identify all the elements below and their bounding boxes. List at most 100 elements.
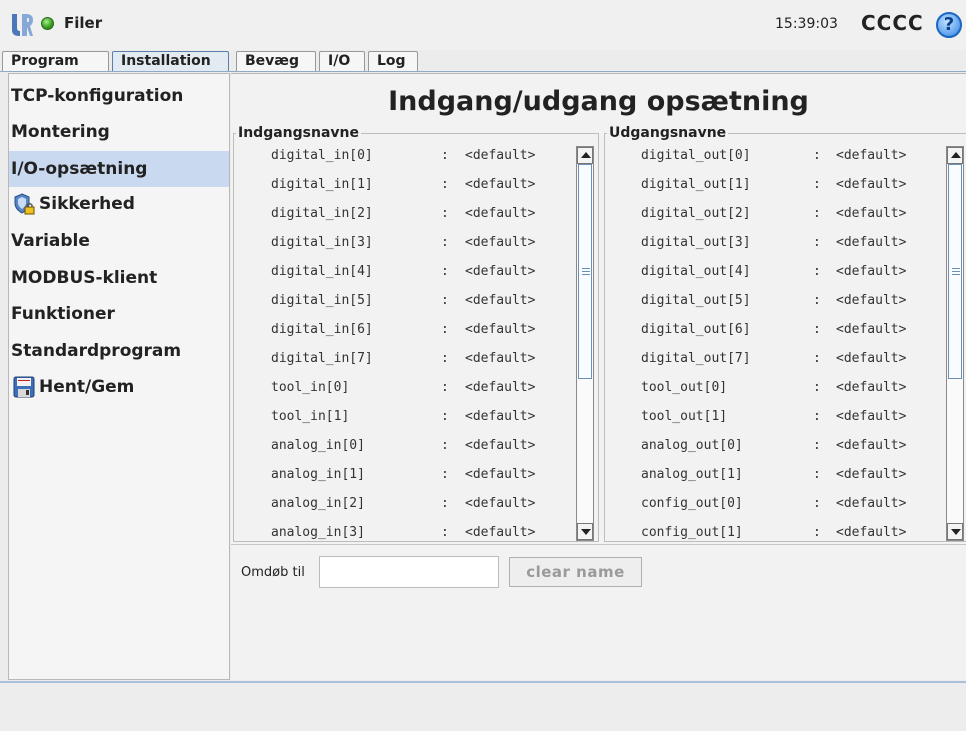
help-icon[interactable]: ? [936,12,962,38]
sidebar-item-label: I/O-opsætning [11,159,148,179]
separator: : [441,409,449,424]
tab-log[interactable]: Log [368,51,418,72]
bottom-bar [0,681,966,731]
shield-lock-icon [14,193,35,215]
sidebar-item-io-setup[interactable]: I/O-opsætning [9,151,229,187]
list-item[interactable]: analog_in[1]: <default> [234,467,574,496]
io-alias-value: <default> [836,177,907,192]
scroll-up-button[interactable] [947,147,963,164]
separator: : [441,206,449,221]
separator: : [813,496,821,511]
list-item[interactable]: digital_in[2]: <default> [234,206,574,235]
list-item[interactable]: digital_in[1]: <default> [234,177,574,206]
scroll-thumb[interactable] [578,164,592,379]
main-panel: Indgang/udgang opsætning Indgangsnavne d… [231,73,966,680]
list-item[interactable]: digital_in[7]: <default> [234,351,574,380]
files-menu[interactable]: Filer [64,14,102,32]
sidebar-item-label: Standardprogram [11,341,182,361]
list-item[interactable]: analog_out[1]: <default> [605,467,943,496]
tab-move[interactable]: Bevæg [236,51,316,72]
list-item[interactable]: tool_out[0]: <default> [605,380,943,409]
rename-label: Omdøb til [241,565,305,580]
separator: : [441,438,449,453]
sidebar-item-load-save[interactable]: Hent/Gem [9,369,229,405]
input-names-group: Indgangsnavne digital_in[0]: <default> dig… [233,125,599,542]
sidebar-item-label: Hent/Gem [39,377,135,397]
separator: : [441,148,449,163]
rename-input[interactable] [319,556,499,588]
io-alias-value: <default> [836,351,907,366]
list-item[interactable]: digital_out[0]: <default> [605,148,943,177]
output-names-title: Udgangsnavne [607,125,729,141]
list-item[interactable]: digital_out[1]: <default> [605,177,943,206]
separator: : [441,235,449,250]
io-name: digital_out[0] [641,148,751,163]
io-alias-value: <default> [465,322,536,337]
io-name: analog_in[1] [271,467,365,482]
list-item[interactable]: analog_in[0]: <default> [234,438,574,467]
io-alias-value: <default> [836,467,907,482]
scroll-down-button[interactable] [947,523,963,540]
io-alias-value: <default> [465,351,536,366]
io-name: analog_out[1] [641,467,743,482]
io-alias-value: <default> [465,235,536,250]
list-item[interactable]: config_out[0]: <default> [605,496,943,525]
sidebar-item-features[interactable]: Funktioner [9,296,229,332]
list-item[interactable]: analog_in[3]: <default> [234,525,574,541]
io-alias-value: <default> [465,148,536,163]
sidebar-item-label: Sikkerhed [39,194,135,214]
scroll-thumb[interactable] [948,164,962,379]
list-item[interactable]: digital_out[5]: <default> [605,293,943,322]
separator: : [813,467,821,482]
tab-io[interactable]: I/O [319,51,365,72]
input-scrollbar[interactable] [576,146,594,541]
list-item[interactable]: analog_in[2]: <default> [234,496,574,525]
scroll-up-button[interactable] [577,147,593,164]
io-name: digital_in[1] [271,177,373,192]
sidebar-item-label: Variable [11,231,90,251]
io-alias-value: <default> [836,293,907,308]
sidebar-item-default-program[interactable]: Standardprogram [9,333,229,369]
tab-installation[interactable]: Installation [112,51,229,72]
sidebar-item-variables[interactable]: Variable [9,223,229,259]
ur-logo-icon [12,14,33,36]
list-item[interactable]: digital_in[0]: <default> [234,148,574,177]
list-item[interactable]: digital_out[3]: <default> [605,235,943,264]
list-item[interactable]: digital_in[5]: <default> [234,293,574,322]
sidebar-item-safety[interactable]: Sikkerhed [9,186,229,222]
tab-divider [0,71,966,72]
arrow-down-icon [581,529,591,535]
io-name: digital_in[3] [271,235,373,250]
io-alias-value: <default> [465,467,536,482]
sidebar-item-modbus[interactable]: MODBUS-klient [9,260,229,296]
clear-name-button[interactable]: clear name [509,557,642,587]
scroll-down-button[interactable] [577,523,593,540]
grip-icon [952,271,960,272]
separator: : [813,525,821,540]
input-names-list[interactable]: digital_in[0]: <default> digital_in[1]: <de… [234,140,574,541]
list-item[interactable]: digital_in[6]: <default> [234,322,574,351]
io-alias-value: <default> [836,322,907,337]
top-bar: Filer 15:39:03 CCCC ? [0,0,966,50]
list-item[interactable]: config_out[1]: <default> [605,525,943,541]
sidebar: TCP-konfiguration Montering I/O-opsætnin… [8,73,230,680]
sidebar-item-tcp[interactable]: TCP-konfiguration [9,78,229,114]
sidebar-item-mounting[interactable]: Montering [9,114,229,150]
list-item[interactable]: analog_out[0]: <default> [605,438,943,467]
list-item[interactable]: tool_in[1]: <default> [234,409,574,438]
list-item[interactable]: digital_in[3]: <default> [234,235,574,264]
separator: : [441,177,449,192]
output-names-list[interactable]: digital_out[0]: <default> digital_out[1]: <… [605,140,943,541]
list-item[interactable]: digital_out[2]: <default> [605,206,943,235]
list-item[interactable]: tool_in[0]: <default> [234,380,574,409]
list-item[interactable]: digital_out[7]: <default> [605,351,943,380]
io-name: digital_in[0] [271,148,373,163]
list-item[interactable]: digital_in[4]: <default> [234,264,574,293]
list-item[interactable]: tool_out[1]: <default> [605,409,943,438]
list-item[interactable]: digital_out[4]: <default> [605,264,943,293]
output-scrollbar[interactable] [946,146,964,541]
io-alias-value: <default> [465,206,536,221]
list-item[interactable]: digital_out[6]: <default> [605,322,943,351]
tab-program[interactable]: Program [2,51,109,72]
io-name: analog_out[0] [641,438,743,453]
